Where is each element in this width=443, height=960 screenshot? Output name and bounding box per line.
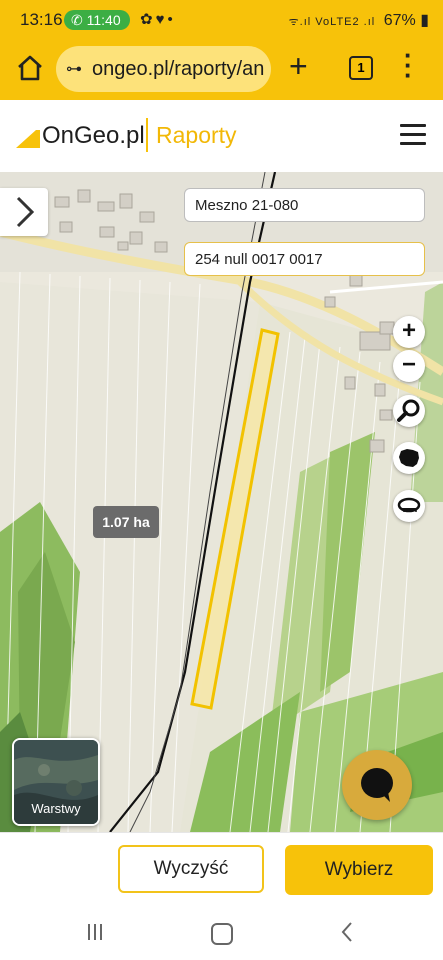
- poland-map-button[interactable]: [393, 442, 425, 474]
- zoom-in-button[interactable]: +: [393, 316, 425, 348]
- address-bar[interactable]: ⊶ ongeo.pl/raporty/an: [56, 46, 271, 92]
- home-icon[interactable]: [14, 52, 46, 84]
- area-label: 1.07 ha: [93, 506, 159, 538]
- browser-toolbar: ⊶ ongeo.pl/raporty/an + 1 · · ·: [0, 38, 443, 100]
- new-tab-button[interactable]: +: [289, 50, 308, 82]
- logo-divider: [146, 118, 148, 152]
- sidebar-toggle-button[interactable]: [0, 188, 48, 236]
- logo-text: OnGeo.pl: [42, 122, 145, 149]
- recent-apps-icon[interactable]: [88, 924, 108, 940]
- site-header: OnGeo.pl Raporty: [0, 100, 443, 172]
- signal-icon: ᯤ.ıl VoLTE2 .ıl: [288, 16, 376, 28]
- search-button[interactable]: [393, 395, 425, 427]
- action-footer: Wyczyść Wybierz: [0, 832, 443, 905]
- zoom-out-button[interactable]: −: [393, 350, 425, 382]
- chat-button[interactable]: [342, 750, 412, 820]
- layers-label: Warstwy: [31, 801, 81, 816]
- back-icon[interactable]: [340, 921, 354, 943]
- poland-map-icon: [399, 449, 419, 467]
- search-icon: [397, 399, 420, 422]
- status-notification-icons: ✿♥•: [140, 11, 176, 28]
- logo-mark-icon: [16, 130, 40, 148]
- tape-measure-icon: [397, 497, 421, 513]
- chat-icon: [361, 768, 393, 802]
- location-field[interactable]: Meszno 21-080: [184, 188, 425, 222]
- tabs-button[interactable]: 1: [349, 56, 373, 80]
- select-button[interactable]: Wybierz: [285, 845, 433, 895]
- layers-button[interactable]: Warstwy: [12, 738, 100, 826]
- battery-icon: ▮: [420, 12, 429, 29]
- status-right: ᯤ.ıl VoLTE2 .ıl 67% ▮: [289, 10, 429, 30]
- more-icon[interactable]: · · ·: [404, 42, 413, 88]
- chevron-right-icon: [16, 196, 35, 228]
- system-nav-bar: [0, 904, 443, 960]
- map-view[interactable]: Meszno 21-080 254 null 0017 0017 + − 1.0…: [0, 172, 443, 832]
- url-text: ongeo.pl/raporty/an: [92, 58, 265, 80]
- site-settings-icon[interactable]: ⊶: [66, 59, 82, 79]
- status-time: 13:16: [20, 10, 63, 29]
- section-label: Raporty: [156, 122, 237, 148]
- hamburger-icon[interactable]: [400, 124, 426, 146]
- measure-button[interactable]: [393, 490, 425, 522]
- zoom-out-icon: −: [401, 351, 416, 378]
- zoom-in-icon: +: [401, 317, 416, 344]
- clear-button[interactable]: Wyczyść: [118, 845, 264, 893]
- call-timer-pill[interactable]: ✆ 11:40: [64, 10, 130, 30]
- status-bar: 13:16 ✆ 11:40 ✿♥• ᯤ.ıl VoLTE2 .ıl 67% ▮: [0, 0, 443, 38]
- home-nav-icon[interactable]: [211, 923, 233, 945]
- call-timer: 11:40: [86, 12, 121, 28]
- battery-level: 67%: [383, 12, 416, 29]
- parcel-field[interactable]: 254 null 0017 0017: [184, 242, 425, 276]
